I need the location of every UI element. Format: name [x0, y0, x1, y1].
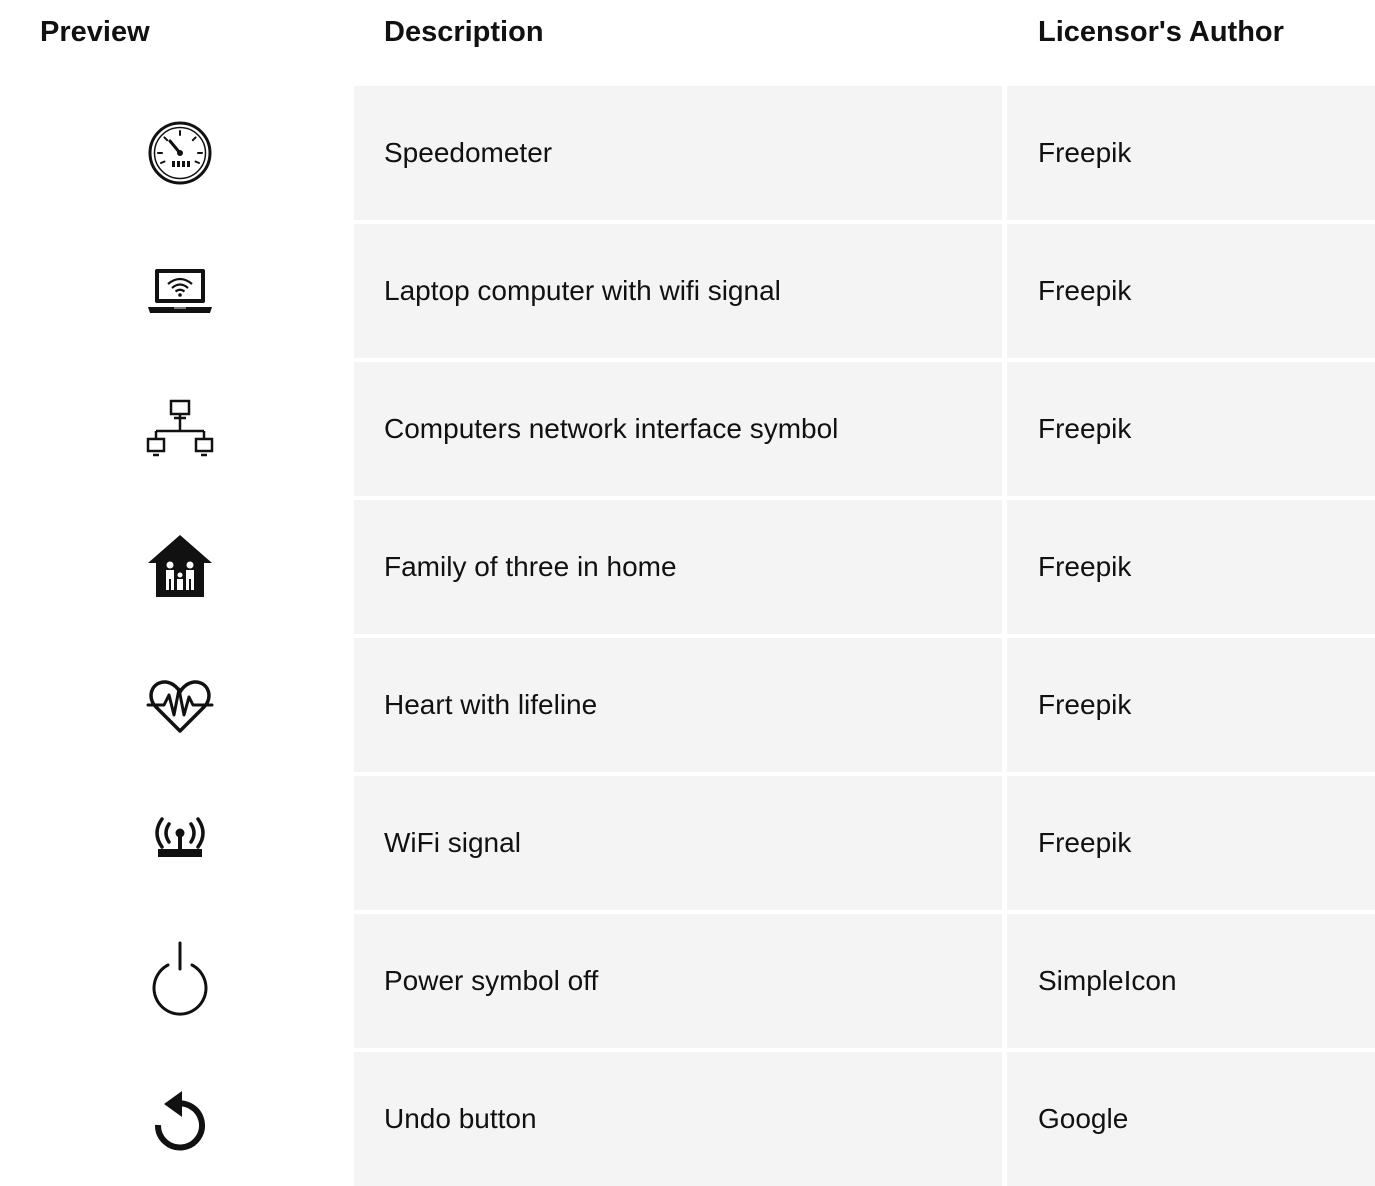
power-icon [140, 941, 220, 1021]
laptop-wifi-icon [140, 251, 220, 331]
description-text: Family of three in home [384, 551, 677, 582]
author-text: Freepik [1038, 137, 1132, 168]
table-row: Heart with lifeline Freepik [0, 638, 1375, 772]
author-text: Freepik [1038, 827, 1132, 858]
description-text: Laptop computer with wifi signal [384, 275, 781, 306]
description-cell: WiFi signal [354, 776, 1002, 910]
description-text: Power symbol off [384, 965, 599, 996]
author-cell: SimpleIcon [1007, 914, 1375, 1048]
description-cell: Speedometer [354, 86, 1002, 220]
author-cell: Google [1007, 1052, 1375, 1186]
family-home-icon [140, 527, 220, 607]
table-row: Power symbol off SimpleIcon [0, 914, 1375, 1048]
network-icon [140, 389, 220, 469]
table-header: Preview Description Licensor's Author [0, 0, 1375, 86]
preview-cell [0, 776, 354, 910]
table-row: Speedometer Freepik [0, 86, 1375, 220]
column-header-preview: Preview [40, 16, 150, 48]
preview-cell [0, 500, 354, 634]
table-row: Laptop computer with wifi signal Freepik [0, 224, 1375, 358]
speedometer-icon [140, 113, 220, 193]
author-text: Freepik [1038, 413, 1132, 444]
table-row: Undo button Google [0, 1052, 1375, 1186]
preview-cell [0, 914, 354, 1048]
preview-cell [0, 1052, 354, 1186]
description-cell: Undo button [354, 1052, 1002, 1186]
author-cell: Freepik [1007, 362, 1375, 496]
author-cell: Freepik [1007, 224, 1375, 358]
description-cell: Family of three in home [354, 500, 1002, 634]
column-header-description: Description [384, 16, 544, 48]
description-cell: Power symbol off [354, 914, 1002, 1048]
description-text: Computers network interface symbol [384, 413, 839, 444]
description-text: Heart with lifeline [384, 689, 598, 720]
description-cell: Heart with lifeline [354, 638, 1002, 772]
author-text: Google [1038, 1103, 1129, 1134]
preview-cell [0, 638, 354, 772]
column-header-author: Licensor's Author [1038, 16, 1284, 48]
author-text: Freepik [1038, 275, 1132, 306]
table-row: Family of three in home Freepik [0, 500, 1375, 634]
undo-icon [140, 1079, 220, 1159]
author-text: Freepik [1038, 551, 1132, 582]
table-row: WiFi signal Freepik [0, 776, 1375, 910]
preview-cell [0, 224, 354, 358]
author-cell: Freepik [1007, 776, 1375, 910]
preview-cell [0, 86, 354, 220]
description-text: WiFi signal [384, 827, 521, 858]
description-text: Undo button [384, 1103, 537, 1134]
author-cell: Freepik [1007, 638, 1375, 772]
preview-cell [0, 362, 354, 496]
heart-lifeline-icon [140, 665, 220, 745]
description-cell: Laptop computer with wifi signal [354, 224, 1002, 358]
table-row: Computers network interface symbol Freep… [0, 362, 1375, 496]
author-cell: Freepik [1007, 86, 1375, 220]
author-text: Freepik [1038, 689, 1132, 720]
wifi-signal-icon [140, 803, 220, 883]
author-text: SimpleIcon [1038, 965, 1177, 996]
author-cell: Freepik [1007, 500, 1375, 634]
description-text: Speedometer [384, 137, 553, 168]
description-cell: Computers network interface symbol [354, 362, 1002, 496]
